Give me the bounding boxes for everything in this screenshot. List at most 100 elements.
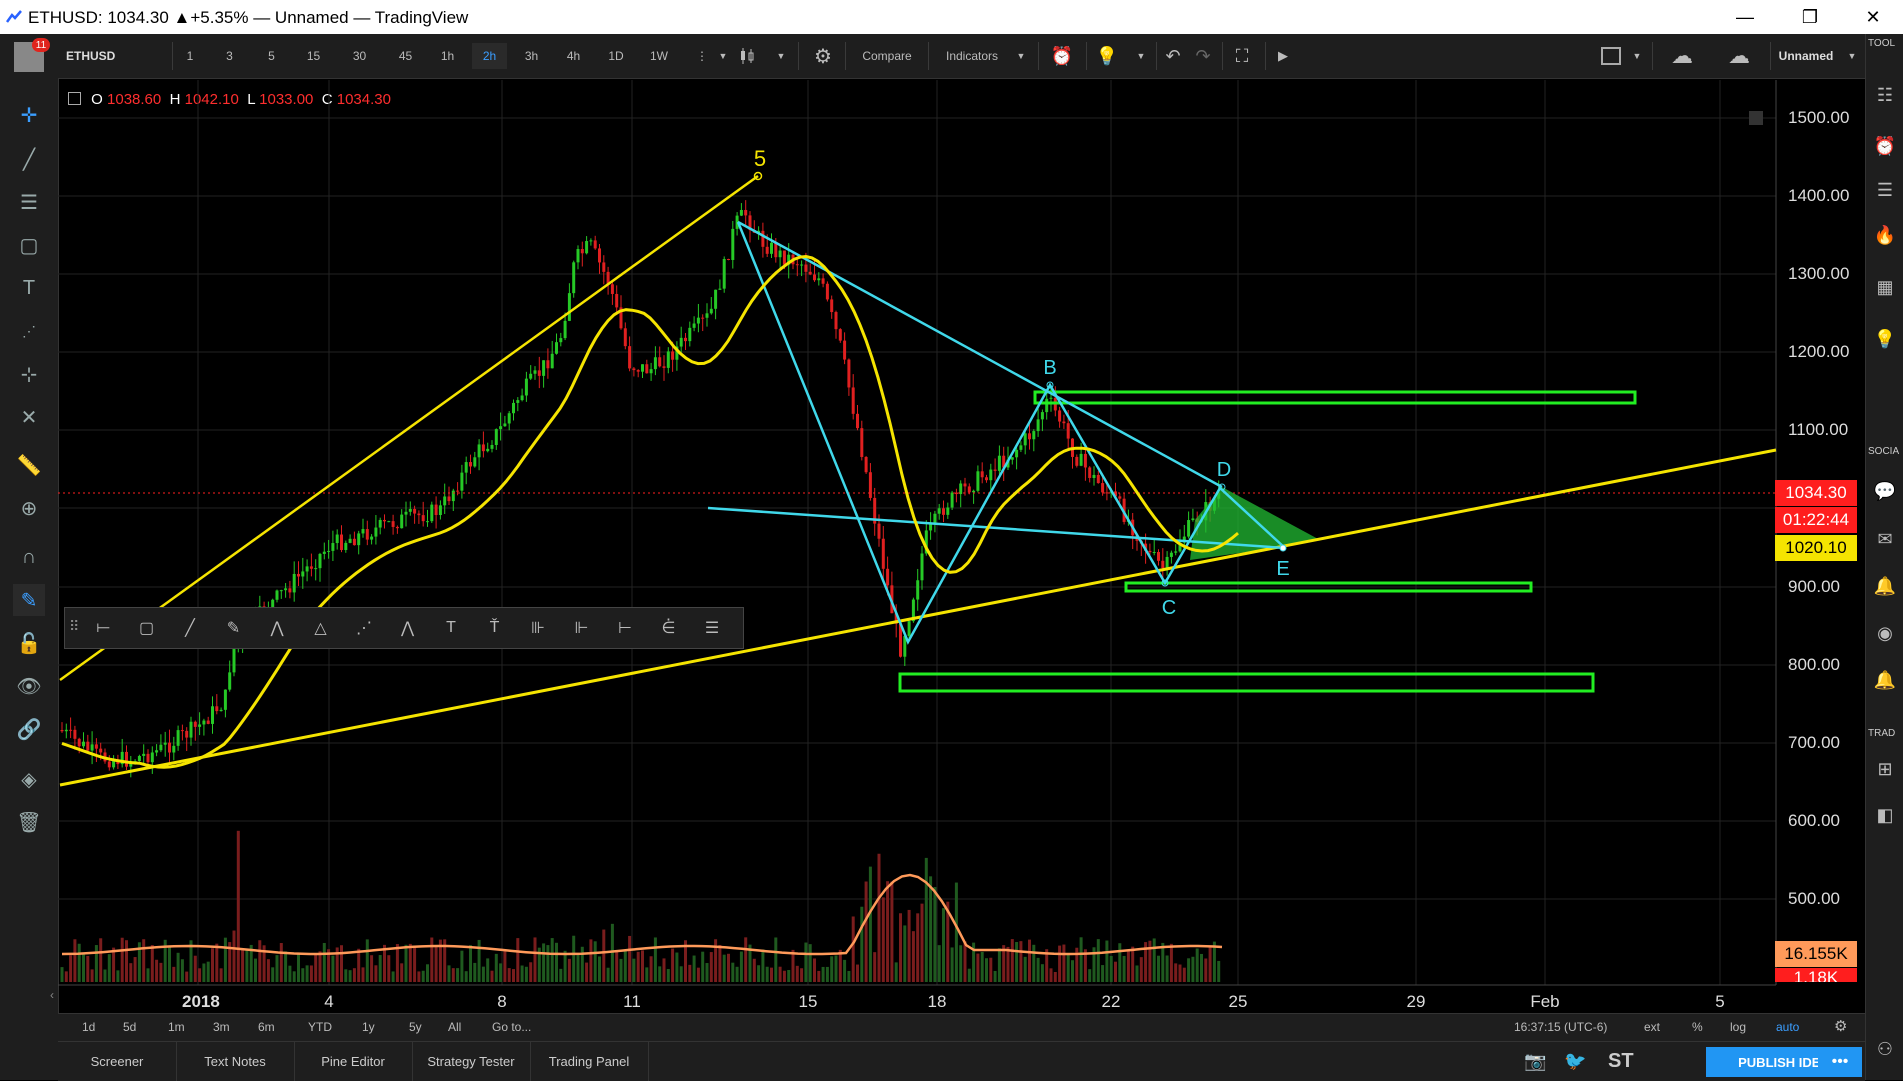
abcd-pattern-icon[interactable]: ⋀ (394, 616, 422, 640)
candle-body[interactable] (331, 543, 335, 551)
candle-body[interactable] (94, 744, 98, 749)
candle-body[interactable] (69, 729, 73, 731)
candle-body[interactable] (572, 262, 576, 294)
candle-body[interactable] (813, 274, 816, 281)
candle-body[interactable] (387, 521, 391, 523)
candle-body[interactable] (185, 730, 189, 738)
candle-body[interactable] (684, 337, 687, 342)
candle-body[interactable] (555, 342, 558, 354)
candle-body[interactable] (658, 357, 662, 367)
candle-body[interactable] (989, 469, 993, 481)
candle-body[interactable] (503, 423, 507, 427)
clock[interactable]: 16:37:15 (UTC-6) (1514, 1020, 1607, 1034)
candle-body[interactable] (701, 317, 705, 319)
candle-body[interactable] (1105, 492, 1109, 494)
candle-body[interactable] (679, 337, 683, 347)
candle-body[interactable] (125, 751, 128, 767)
candle-body[interactable] (1015, 449, 1019, 458)
candle-body[interactable] (649, 369, 653, 374)
candle-body[interactable] (400, 514, 404, 529)
candle-body[interactable] (671, 351, 675, 360)
candle-body[interactable] (202, 720, 206, 725)
scale-log[interactable]: log (1730, 1020, 1746, 1034)
candle-body[interactable] (90, 744, 94, 751)
candle-body[interactable] (507, 413, 511, 424)
candle-body[interactable] (1040, 412, 1044, 420)
candle-body[interactable] (378, 519, 382, 528)
elliott-wave-icon[interactable]: ⋰ (350, 616, 378, 640)
candle-body[interactable] (1169, 552, 1173, 557)
candle-body[interactable] (1066, 423, 1070, 439)
fib-channel-icon[interactable]: ⊪ (524, 616, 552, 640)
candle-body[interactable] (1187, 520, 1191, 537)
candle-body[interactable] (348, 538, 352, 543)
candle-body[interactable] (426, 521, 429, 523)
timeframe-all[interactable]: All (448, 1020, 461, 1034)
candle-body[interactable] (421, 515, 425, 522)
candle-body[interactable] (60, 730, 64, 732)
timeframe-6m[interactable]: 6m (258, 1020, 275, 1034)
candle-body[interactable] (1062, 421, 1066, 424)
candle-body[interactable] (692, 323, 696, 328)
candle-body[interactable] (77, 738, 81, 747)
candle-body[interactable] (821, 278, 825, 284)
candle-body[interactable] (211, 706, 214, 724)
candle-body[interactable] (636, 370, 640, 372)
candle-body[interactable] (550, 353, 554, 369)
candle-body[interactable] (494, 429, 498, 445)
candle-body[interactable] (623, 328, 627, 347)
tab-screener[interactable]: Screener (58, 1042, 177, 1081)
candle-body[interactable] (1049, 397, 1053, 399)
candle-body[interactable] (615, 293, 619, 308)
candle-body[interactable] (864, 456, 868, 473)
candle-body[interactable] (739, 209, 743, 216)
brush-icon[interactable]: ✎ (220, 616, 248, 640)
candle-body[interactable] (176, 730, 180, 746)
abcde-pattern[interactable] (736, 221, 1286, 645)
candle-body[interactable] (232, 647, 236, 673)
candle-body[interactable] (168, 742, 171, 753)
chart-settings-icon[interactable] (1749, 111, 1763, 125)
candle-body[interactable] (972, 490, 976, 493)
candle-body[interactable] (1045, 398, 1049, 413)
candle-body[interactable] (980, 471, 984, 478)
horizontal-lines-icon[interactable]: ☰ (698, 616, 726, 640)
candle-body[interactable] (830, 299, 834, 313)
candle-body[interactable] (765, 246, 769, 254)
tab-trading-panel[interactable]: Trading Panel (530, 1042, 649, 1081)
candle-body[interactable] (318, 553, 322, 569)
candle-body[interactable] (946, 507, 950, 515)
candle-body[interactable] (963, 483, 967, 487)
candle-body[interactable] (731, 228, 735, 260)
candle-body[interactable] (413, 508, 417, 514)
candle-body[interactable] (391, 521, 395, 527)
candle-body[interactable] (516, 400, 520, 403)
timeframe-1m[interactable]: 1m (168, 1020, 185, 1034)
candle-body[interactable] (275, 590, 279, 600)
candle-body[interactable] (795, 264, 799, 266)
candle-body[interactable] (834, 312, 838, 330)
rectangle-icon[interactable]: ▢ (133, 616, 161, 640)
dom-icon[interactable]: ◧ (1870, 800, 1900, 830)
candle-body[interactable] (146, 753, 150, 763)
candle-body[interactable] (352, 538, 356, 546)
candle-body[interactable] (641, 364, 644, 372)
timeframe-1d[interactable]: 1d (82, 1020, 95, 1034)
candle-body[interactable] (598, 248, 601, 263)
candle-body[interactable] (223, 689, 227, 710)
candle-body[interactable] (933, 513, 937, 524)
gear-icon[interactable]: ⚙ (1834, 1017, 1847, 1035)
calendar-icon[interactable]: ▦ (1870, 272, 1900, 302)
candle-body[interactable] (838, 329, 842, 341)
candle-body[interactable] (163, 742, 167, 745)
candle-body[interactable] (309, 566, 313, 569)
candle-body[interactable] (950, 492, 954, 508)
candle-body[interactable] (228, 672, 232, 690)
candle-body[interactable] (976, 471, 980, 491)
fib-retracement-icon[interactable]: ⊩ (568, 616, 596, 640)
candle-body[interactable] (967, 486, 971, 493)
candle-body[interactable] (456, 490, 460, 492)
candle-body[interactable] (886, 568, 890, 586)
candle-body[interactable] (653, 357, 657, 370)
date-range-icon[interactable]: ⊢ (611, 616, 639, 640)
